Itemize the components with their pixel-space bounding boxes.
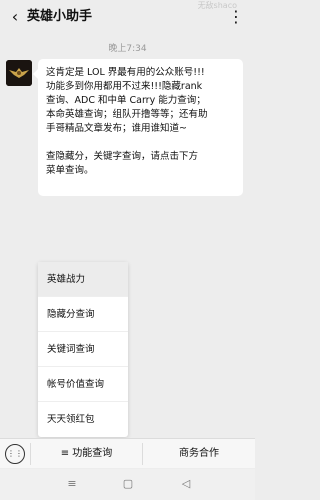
back-arrow-icon[interactable]: ‹ [6,8,24,26]
menu-item-hero-power[interactable]: 英雄战力 [38,262,128,297]
message-text-1: 这肯定是 LOL 界最有用的公众账号!!! 功能多到你用都用不过来!!!隐藏ra… [46,67,208,134]
chat-title: 英雄小助手 [27,9,93,24]
menu-icon[interactable]: ≡ [62,477,82,491]
message-bubble: 这肯定是 LOL 界最有用的公众账号!!! 功能多到你用都用不过来!!!隐藏ra… [33,59,243,196]
chat-header: ‹ 英雄小助手 无敌shaco ⋮ [0,0,255,34]
tab-business[interactable]: 商务合作 [143,439,255,469]
keyboard-icon[interactable]: ⋮⋮ [5,444,25,464]
menu-item-keyword-query[interactable]: 关键词查询 [38,332,128,367]
avatar[interactable] [6,60,32,86]
message-text-2: 查隐藏分，关键字查询，请点击下方 菜单查询。 [46,151,199,176]
system-nav-bar: ≡ ▢ ◁ [0,469,255,500]
menu-item-hidden-score[interactable]: 隐藏分查询 [38,297,128,332]
more-dots-icon[interactable]: ⋮ [227,8,245,26]
back-triangle-icon[interactable]: ◁ [176,477,196,491]
message-timestamp: 晚上7:34 [108,44,147,54]
bottom-menu-bar: ⋮⋮ ≡ 功能查询 商务合作 [0,438,255,468]
function-popup-menu: 英雄战力 隐藏分查询 关键词查询 帐号价值查询 天天领红包 [38,262,128,437]
home-square-icon[interactable]: ▢ [118,477,138,491]
menu-item-account-value[interactable]: 帐号价值查询 [38,367,128,402]
menu-item-red-packet[interactable]: 天天领红包 [38,402,128,437]
tab-function-query[interactable]: ≡ 功能查询 [31,439,142,469]
avatar-logo-icon [6,60,32,86]
